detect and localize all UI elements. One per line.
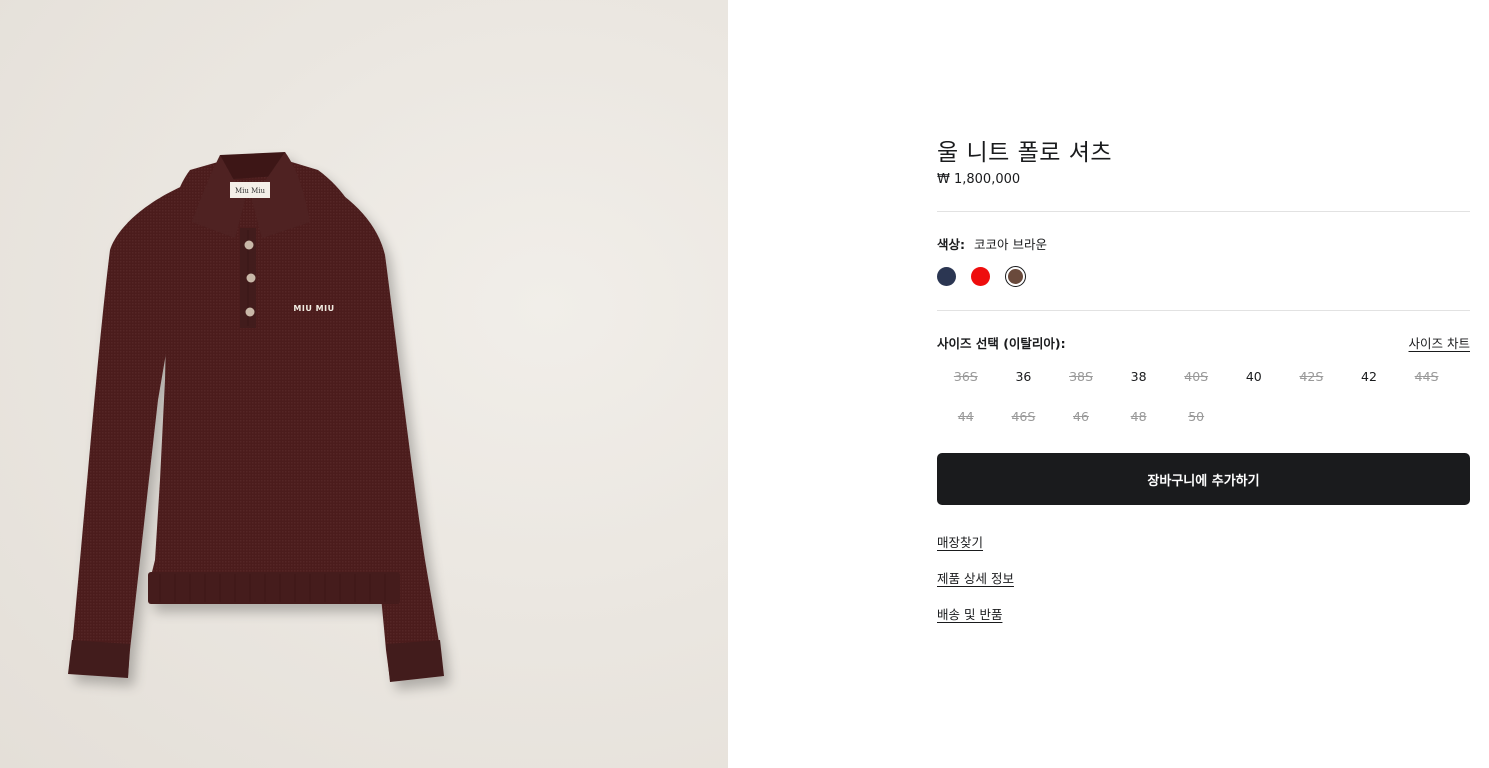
swatch-navy[interactable] [937,267,956,286]
size-option[interactable]: 46 [1052,406,1110,428]
size-option[interactable]: 36 [995,366,1053,388]
product-details-link[interactable]: 제품 상세 정보 [937,568,1014,587]
size-option[interactable]: 46S [995,406,1053,428]
product-title: 울 니트 폴로 셔츠 [937,140,1113,166]
product-price: ₩ 1,800,000 [937,172,1021,187]
size-option[interactable]: 44 [937,406,995,428]
size-option[interactable]: 48 [1110,406,1168,428]
divider [937,211,1470,212]
add-to-cart-button[interactable]: 장바구니에 추가하기 [937,453,1470,505]
size-option[interactable]: 42S [1283,366,1341,388]
product-page: Miu Miu MIU MIU 울 니트 폴로 셔츠 ₩ 1,800,000 색… [0,0,1489,768]
find-store-link[interactable]: 매장찾기 [937,532,983,551]
size-option[interactable]: 44S [1398,366,1456,388]
divider [937,310,1470,311]
svg-text:MIU MIU: MIU MIU [293,304,334,313]
size-options: 36S 36 38S 38 40S 40 42S 42 44S 44 46S 4… [937,366,1470,428]
color-label: 색상: [937,237,965,252]
sweater-illustration: Miu Miu MIU MIU [68,152,444,682]
svg-text:Miu Miu: Miu Miu [235,187,266,195]
swatch-cocoa-brown[interactable] [1005,266,1026,287]
size-chart-link[interactable]: 사이즈 차트 [1409,333,1470,352]
size-label: 사이즈 선택 (이탈리아): [937,336,1066,351]
size-option[interactable]: 42 [1340,366,1398,388]
shipping-returns-link[interactable]: 배송 및 반품 [937,604,1002,623]
color-selection-label: 색상: 코코아 브라운 [937,234,1047,253]
size-header: 사이즈 선택 (이탈리아): 사이즈 차트 [937,333,1470,352]
size-option[interactable]: 36S [937,366,995,388]
color-swatches [937,266,1026,287]
size-option[interactable]: 40 [1225,366,1283,388]
size-option[interactable]: 38S [1052,366,1110,388]
size-option[interactable]: 38 [1110,366,1168,388]
color-value: 코코아 브라운 [973,237,1047,252]
swatch-red[interactable] [971,267,990,286]
product-image[interactable]: Miu Miu MIU MIU [0,0,728,768]
size-option[interactable]: 40S [1167,366,1225,388]
size-option[interactable]: 50 [1167,406,1225,428]
